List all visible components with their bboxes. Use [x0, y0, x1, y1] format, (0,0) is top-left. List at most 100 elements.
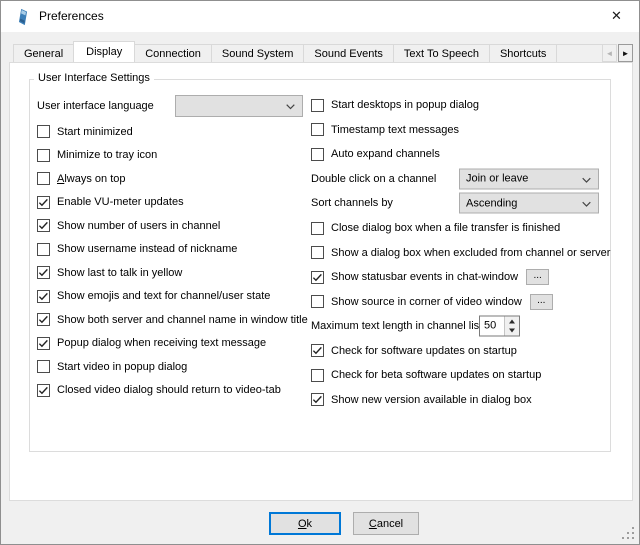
tab-general[interactable]: General: [13, 44, 74, 62]
checkbox-label: Show statusbar events in chat-window: [331, 271, 518, 283]
tab-text-to-speech[interactable]: Text To Speech: [393, 44, 490, 62]
select-ui-language[interactable]: [175, 95, 303, 117]
checkbox-label: Show emojis and text for channel/user st…: [57, 290, 270, 302]
checkbox-indicator[interactable]: [311, 148, 324, 161]
checkbox-indicator[interactable]: [37, 219, 50, 232]
checkbox-indicator[interactable]: [37, 290, 50, 303]
checkbox-show-user-count[interactable]: Show number of users in channel: [37, 214, 311, 238]
checkbox-last-talk-yellow[interactable]: Show last to talk in yellow: [37, 261, 311, 285]
checkbox-minimize-to-tray[interactable]: Minimize to tray icon: [37, 144, 311, 168]
checkbox-video-source-corner[interactable]: Show source in corner of video window ..…: [311, 289, 611, 314]
close-button[interactable]: ✕: [594, 1, 639, 31]
checkbox-label: Show username instead of nickname: [57, 243, 237, 255]
checkbox-label: Timestamp text messages: [331, 124, 459, 136]
chevron-down-icon: [582, 202, 591, 208]
select-double-click-action[interactable]: Join or leave: [459, 168, 599, 189]
checkbox-video-popup[interactable]: Start video in popup dialog: [37, 355, 311, 379]
tab-scroll-left-button[interactable]: ◄: [602, 44, 617, 62]
title-bar: Preferences ✕: [1, 1, 639, 32]
tab-sound-events[interactable]: Sound Events: [303, 44, 394, 62]
checkbox-label: Show a dialog box when excluded from cha…: [331, 247, 610, 259]
checkmark-icon: [312, 272, 323, 283]
checkbox-excluded-dialog[interactable]: Show a dialog box when excluded from cha…: [311, 240, 611, 265]
checkbox-close-file-transfer[interactable]: Close dialog box when a file transfer is…: [311, 216, 611, 241]
checkbox-emojis-text-state[interactable]: Show emojis and text for channel/user st…: [37, 285, 311, 309]
close-icon: ✕: [611, 8, 622, 24]
tab-shortcuts[interactable]: Shortcuts: [489, 44, 557, 62]
spin-up-button[interactable]: [505, 317, 519, 327]
checkbox-always-on-top[interactable]: Always on top: [37, 167, 311, 191]
max-text-length-label: Maximum text length in channel list: [311, 320, 482, 332]
max-text-length-spinner[interactable]: 50: [479, 316, 520, 337]
checkbox-start-minimized[interactable]: Start minimized: [37, 120, 311, 144]
sort-channels-setting-row: Sort channels by Ascending: [311, 191, 611, 216]
checkbox-popup-text-message[interactable]: Popup dialog when receiving text message: [37, 332, 311, 356]
checkbox-indicator[interactable]: [311, 246, 324, 259]
statusbar-events-more-button[interactable]: ...: [526, 269, 549, 285]
checkbox-indicator[interactable]: [311, 369, 324, 382]
double-click-label: Double click on a channel: [311, 173, 436, 185]
checkbox-indicator[interactable]: [37, 172, 50, 185]
tab-display[interactable]: Display: [73, 41, 135, 62]
sort-channels-label: Sort channels by: [311, 197, 393, 209]
select-sort-channels-value: Ascending: [466, 197, 517, 209]
checkbox-label: Minimize to tray icon: [57, 149, 157, 161]
checkbox-label: Show number of users in channel: [57, 220, 220, 232]
tab-sound-system[interactable]: Sound System: [211, 44, 305, 62]
checkbox-statusbar-events[interactable]: Show statusbar events in chat-window ...: [311, 265, 611, 290]
checkbox-indicator[interactable]: [37, 337, 50, 350]
checkbox-label: Close dialog box when a file transfer is…: [331, 222, 560, 234]
checkbox-show-username[interactable]: Show username instead of nickname: [37, 238, 311, 262]
checkmark-icon: [38, 385, 49, 396]
checkmark-icon: [38, 197, 49, 208]
checkbox-video-return-tab[interactable]: Closed video dialog should return to vid…: [37, 379, 311, 403]
checkbox-new-version-dialog[interactable]: Show new version available in dialog box: [311, 388, 611, 413]
checkmark-icon: [312, 394, 323, 405]
checkbox-auto-expand-channels[interactable]: Auto expand channels: [311, 142, 611, 167]
video-source-more-button[interactable]: ...: [530, 294, 553, 310]
tab-bar: General Display Connection Sound System …: [13, 41, 602, 62]
ok-button[interactable]: Ok: [269, 512, 341, 535]
checkbox-desktops-popup[interactable]: Start desktops in popup dialog: [311, 93, 611, 118]
checkbox-indicator[interactable]: [37, 149, 50, 162]
checkbox-indicator[interactable]: [311, 222, 324, 235]
checkbox-server-channel-title[interactable]: Show both server and channel name in win…: [37, 308, 311, 332]
checkbox-label: Check for beta software updates on start…: [331, 369, 541, 381]
checkbox-indicator[interactable]: [311, 344, 324, 357]
tab-connection[interactable]: Connection: [134, 44, 212, 62]
checkbox-vu-meter-updates[interactable]: Enable VU-meter updates: [37, 191, 311, 215]
checkbox-indicator[interactable]: [37, 243, 50, 256]
checkbox-indicator[interactable]: [311, 295, 324, 308]
checkbox-indicator[interactable]: [37, 384, 50, 397]
tab-scroll-right-button[interactable]: ►: [618, 44, 633, 62]
checkbox-timestamp-messages[interactable]: Timestamp text messages: [311, 118, 611, 143]
checkbox-indicator[interactable]: [37, 266, 50, 279]
checkbox-check-updates[interactable]: Check for software updates on startup: [311, 338, 611, 363]
ui-language-label: User interface language: [37, 95, 154, 117]
checkbox-indicator[interactable]: [37, 360, 50, 373]
checkmark-icon: [312, 345, 323, 356]
group-title: User Interface Settings: [34, 72, 154, 85]
checkbox-check-beta-updates[interactable]: Check for beta software updates on start…: [311, 363, 611, 388]
select-sort-channels[interactable]: Ascending: [459, 193, 599, 214]
checkbox-label: Closed video dialog should return to vid…: [57, 384, 281, 396]
checkbox-indicator[interactable]: [311, 99, 324, 112]
checkbox-indicator[interactable]: [37, 196, 50, 209]
checkbox-indicator[interactable]: [37, 313, 50, 326]
checkbox-indicator[interactable]: [311, 271, 324, 284]
checkbox-indicator[interactable]: [311, 393, 324, 406]
spin-down-button[interactable]: [505, 326, 519, 336]
preferences-dialog: Preferences ✕ General Display Connection…: [0, 0, 640, 545]
checkbox-label: Show both server and channel name in win…: [57, 314, 308, 326]
resize-grip[interactable]: [622, 527, 634, 539]
tab-video[interactable]: Video: [556, 44, 602, 62]
arrow-left-icon: ◄: [606, 49, 614, 58]
checkbox-indicator[interactable]: [311, 123, 324, 136]
checkbox-label: Always on top: [57, 173, 126, 185]
right-settings-column: Start desktops in popup dialog Timestamp…: [311, 93, 611, 412]
cancel-button[interactable]: Cancel: [353, 512, 419, 535]
checkbox-indicator[interactable]: [37, 125, 50, 138]
checkbox-label: Popup dialog when receiving text message: [57, 337, 266, 349]
checkbox-label: Start video in popup dialog: [57, 361, 187, 373]
spinner-buttons: [504, 317, 519, 336]
